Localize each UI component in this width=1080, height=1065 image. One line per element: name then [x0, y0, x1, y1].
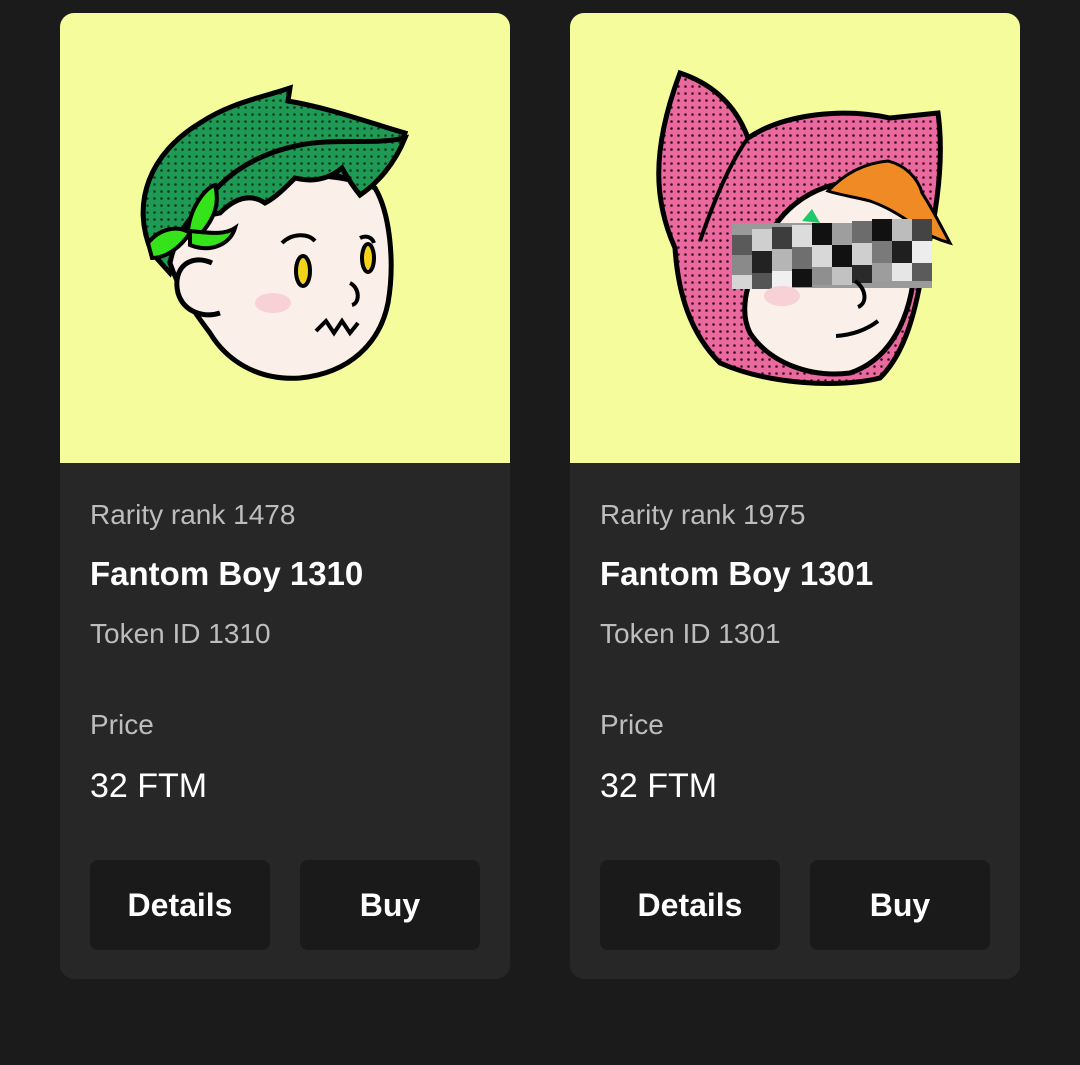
rarity-rank: Rarity rank 1975: [600, 499, 806, 530]
nft-card[interactable]: Rarity rank 1478 Fantom Boy 1310 Token I…: [60, 13, 510, 979]
buy-button[interactable]: Buy: [300, 860, 480, 950]
price-label: Price: [90, 709, 154, 740]
nft-name[interactable]: Fantom Boy 1310: [90, 555, 363, 593]
token-id: Token ID 1310: [90, 618, 271, 649]
fantom-boy-1301-artwork: [656, 69, 953, 386]
fantom-boy-1310-artwork: [140, 84, 410, 381]
details-button[interactable]: Details: [600, 860, 780, 950]
nft-image[interactable]: [570, 13, 1020, 463]
price-value: 32 FTM: [90, 767, 208, 805]
nft-image[interactable]: [60, 13, 510, 463]
details-button[interactable]: Details: [90, 860, 270, 950]
nft-card[interactable]: Rarity rank 1975 Fantom Boy 1301 Token I…: [570, 13, 1020, 979]
rarity-rank: Rarity rank 1478: [90, 499, 296, 530]
nft-card-grid: Rarity rank 1478 Fantom Boy 1310 Token I…: [0, 0, 1080, 1065]
price-value: 32 FTM: [600, 767, 718, 805]
nft-name[interactable]: Fantom Boy 1301: [600, 555, 873, 593]
price-label: Price: [600, 709, 664, 740]
token-id: Token ID 1301: [600, 618, 781, 649]
buy-button[interactable]: Buy: [810, 860, 990, 950]
